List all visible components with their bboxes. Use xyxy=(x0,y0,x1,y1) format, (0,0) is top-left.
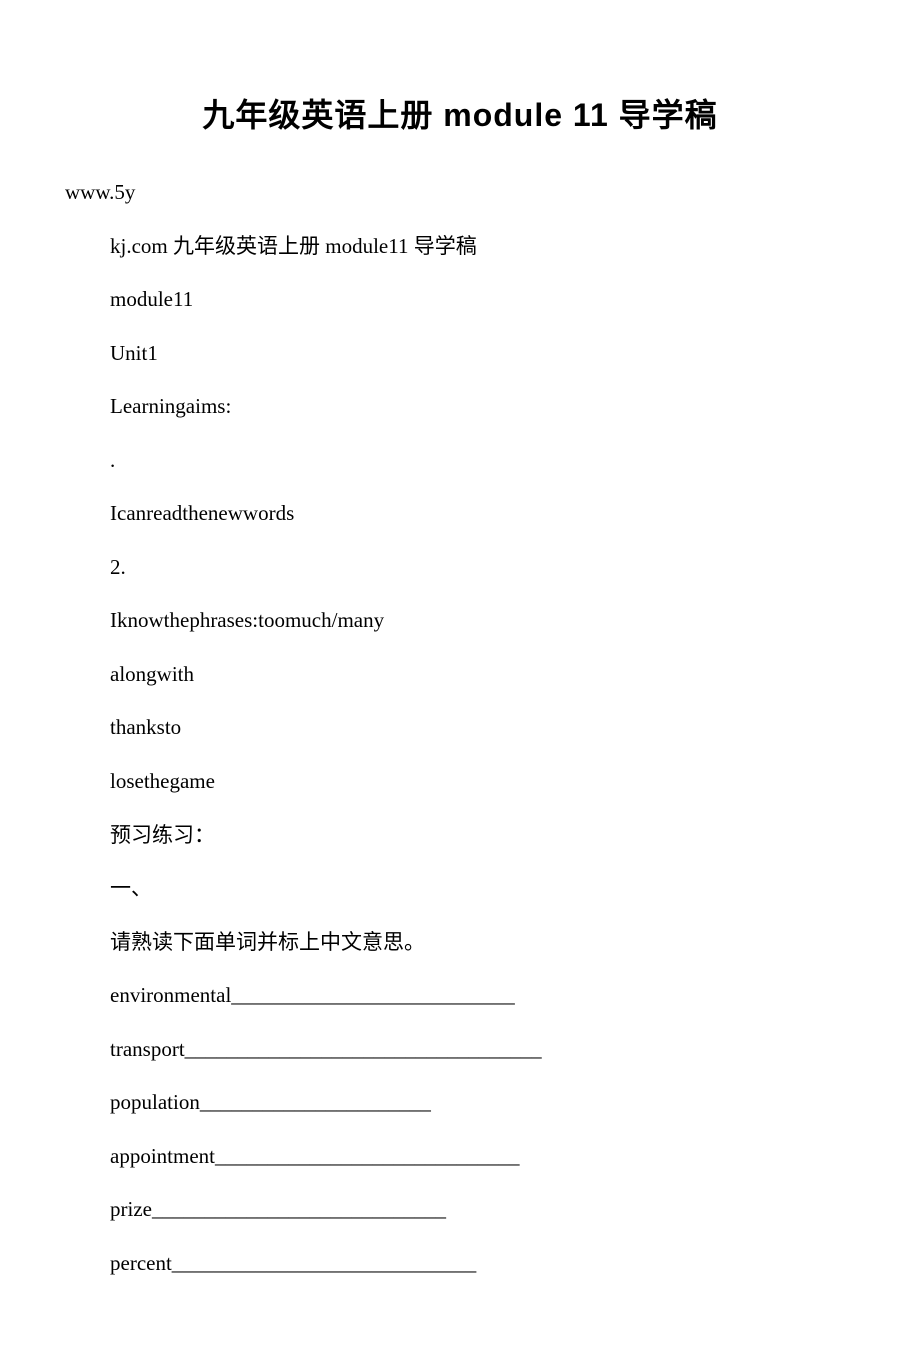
text-line: 预习练习： xyxy=(110,809,810,863)
text-line: . xyxy=(110,434,810,488)
text-line: module11 xyxy=(110,273,810,327)
text-line: 请熟读下面单词并标上中文意思。 xyxy=(110,916,810,970)
text-line: population______________________ xyxy=(110,1076,810,1130)
text-line: transport_______________________________… xyxy=(110,1023,810,1077)
text-line: prize____________________________ xyxy=(110,1183,810,1237)
text-line: losethegame xyxy=(110,755,810,809)
text-line: www.5y xyxy=(65,166,810,220)
text-line: 一、 xyxy=(110,862,810,916)
document-page: 九年级英语上册 module 11 导学稿 www.5y kj.com 九年级英… xyxy=(0,0,920,1350)
text-line: environmental___________________________ xyxy=(110,969,810,1023)
text-line: appointment_____________________________ xyxy=(110,1130,810,1184)
text-line: Learningaims: xyxy=(110,380,810,434)
text-line: alongwith xyxy=(110,648,810,702)
text-line: thanksto xyxy=(110,701,810,755)
document-title: 九年级英语上册 module 11 导学稿 xyxy=(110,90,810,136)
text-line: Icanreadthenewwords xyxy=(110,487,810,541)
text-line: 2. xyxy=(110,541,810,595)
text-line: percent_____________________________ xyxy=(110,1237,810,1291)
text-line: Iknowthephrases:toomuch/many xyxy=(110,594,810,648)
text-line: kj.com 九年级英语上册 module11 导学稿 xyxy=(110,220,810,274)
text-line: Unit1 xyxy=(110,327,810,381)
